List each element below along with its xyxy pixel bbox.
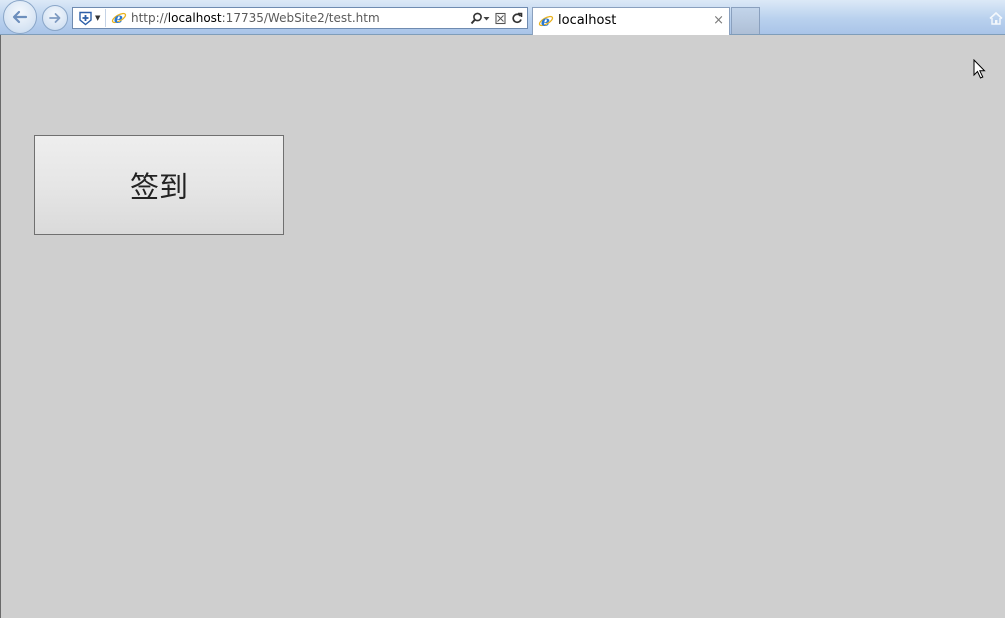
svg-text:e: e xyxy=(541,14,550,29)
chevron-down-icon: ▼ xyxy=(95,13,101,22)
address-tools xyxy=(470,8,523,28)
tab-localhost[interactable]: e localhost × xyxy=(532,7,730,35)
page-content: 签到 xyxy=(0,35,1005,618)
url-path: :17735/WebSite2/test.htm xyxy=(221,11,380,25)
ie-logo-icon: e xyxy=(111,11,127,26)
tab-title: localhost xyxy=(558,13,617,28)
sign-in-button[interactable]: 签到 xyxy=(34,135,284,235)
compatibility-shield-icon xyxy=(79,11,92,25)
browser-chrome: ▼ e http://localhost:17735/WebSite2/test… xyxy=(0,0,1005,35)
new-tab-button[interactable] xyxy=(731,7,760,34)
ie-logo-icon: e xyxy=(538,14,554,29)
url-input[interactable]: http://localhost:17735/WebSite2/test.htm xyxy=(131,8,449,28)
svg-text:e: e xyxy=(114,11,123,26)
compat-view-icon xyxy=(495,12,506,24)
compatibility-button[interactable]: ▼ xyxy=(74,9,106,27)
back-button[interactable] xyxy=(3,0,37,34)
compat-view-button[interactable] xyxy=(495,12,506,25)
forward-arrow-icon xyxy=(49,13,61,23)
search-icon xyxy=(470,12,482,24)
refresh-button[interactable] xyxy=(511,12,523,25)
mouse-cursor-icon xyxy=(973,59,986,79)
search-button[interactable] xyxy=(470,12,490,25)
close-tab-button[interactable]: × xyxy=(713,13,724,29)
home-icon[interactable] xyxy=(988,10,1004,26)
address-bar[interactable]: ▼ e http://localhost:17735/WebSite2/test… xyxy=(72,7,528,29)
refresh-icon xyxy=(512,12,523,23)
forward-button[interactable] xyxy=(42,5,68,31)
chevron-down-icon xyxy=(483,16,490,20)
url-prefix: http:// xyxy=(131,11,168,25)
url-host: localhost xyxy=(167,11,222,25)
back-arrow-icon xyxy=(12,10,28,24)
